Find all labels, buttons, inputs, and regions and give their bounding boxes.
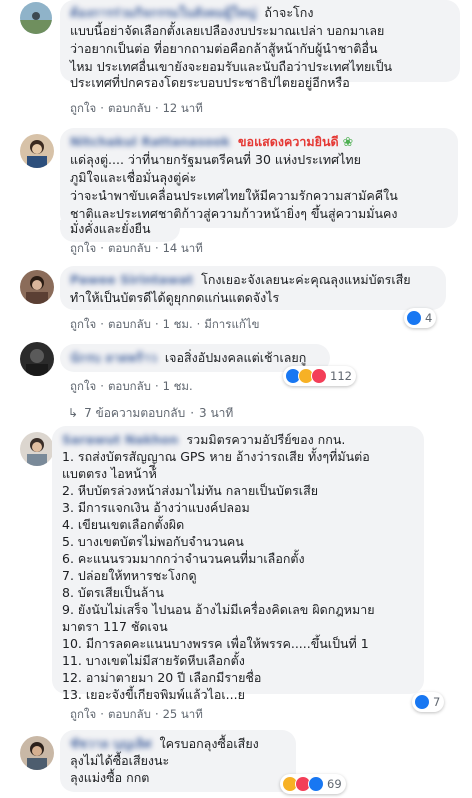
reaction-count: 112 — [330, 369, 352, 383]
reply-link[interactable]: ตอบกลับ — [108, 101, 151, 115]
reply-arrow-icon: ↳ — [68, 406, 79, 420]
comment-author[interactable]: Sarawut Nakhon — [62, 432, 178, 447]
comment-bubble: ชัชวาล บุญเลิศ ใครบอกลุงซื้อเสียง ลุงไม่… — [60, 730, 296, 792]
reaction-count: 7 — [433, 695, 441, 709]
comment-line: 5. บางเขตบัตรไม่พอกับจำนวนคน — [62, 534, 244, 549]
comment-author[interactable]: Nitchakul Rattanasook — [70, 134, 230, 149]
comment-time[interactable]: 12 นาที — [163, 101, 203, 115]
comment-line: 1. รถส่งบัตรสัญญาณ GPS หาย อ้างว่ารถเสีย… — [62, 449, 370, 464]
avatar[interactable] — [20, 342, 54, 376]
avatar-image — [20, 736, 54, 770]
comment-bubble: Sarawut Nakhon รวมมิตรความอัปรีย์ของ กกน… — [52, 426, 424, 702]
comment-bubble: Nitchakul Rattanasook ขอแสดงความยินดี ❀ … — [60, 128, 458, 228]
like-link[interactable]: ถูกใจ — [70, 241, 96, 255]
reaction-count: 4 — [425, 311, 433, 325]
comment-text-head: ใครบอกลุงซื้อเสียง — [159, 736, 259, 751]
comment-line: ลุงไม่ได้ซื้อเสียงนะ — [70, 753, 170, 768]
view-replies[interactable]: ↳ 7 ข้อความตอบกลับ · 3 นาที — [68, 404, 233, 423]
comment-author[interactable]: Pawee Sirintawat — [70, 272, 193, 287]
comment-highlight: ขอแสดงความยินดี — [238, 134, 339, 149]
comment-line: 4. เขียนเขตเลือกตั้งผิด — [62, 517, 185, 532]
reaction-summary[interactable]: 4 — [404, 308, 437, 328]
comment-line: 11. บางเขตไม่มีสายรัดหีบเลือกตั้ง — [62, 653, 245, 668]
reaction-summary[interactable]: 69 — [280, 774, 346, 794]
comment-line: 13. เยอะจังขี้เกียจพิมพ์แล้วไอเ...ย — [62, 687, 245, 702]
avatar-image — [20, 270, 54, 304]
comment-line: ประเทศที่ปกครองโดยระบอบประชาธิปไตยอยู่อี… — [70, 75, 350, 90]
replies-time: 3 นาที — [199, 406, 234, 420]
comment-line: 9. ยังนับไม่เสร็จ ไปนอน อ้างไม่มีเครื่อง… — [62, 602, 375, 617]
comment-line: 12. อาม่าตายมา 20 ปี เลือกมีรายชื่อ — [62, 670, 262, 685]
comment-bubble: Pawee Sirintawat โกงเยอะจังเลยนะค่ะคุณลุ… — [60, 266, 446, 310]
comment-text-head: รวมมิตรความอัปรีย์ของ กกน. — [186, 432, 346, 447]
comment-line: เจอสิ่งอัปมงคลแต่เช้าเลยกู — [164, 350, 307, 365]
reply-link[interactable]: ตอบกลับ — [108, 317, 151, 331]
comment-line: 2. หีบบัตรล่วงหน้าส่งมาไม่ทัน กลายเป็นบั… — [62, 483, 319, 498]
like-link[interactable]: ถูกใจ — [70, 101, 96, 115]
comment-line: ว่าจะนำพาขับเคลื่อนประเทศไทยให้มีความรัก… — [70, 188, 398, 203]
replies-label[interactable]: 7 ข้อความตอบกลับ — [84, 406, 185, 420]
like-link[interactable]: ถูกใจ — [70, 317, 96, 331]
like-reaction-icon — [406, 310, 422, 326]
avatar-image — [20, 134, 54, 168]
love-reaction-icon — [311, 368, 327, 384]
comment-time[interactable]: 1 ชม. — [163, 379, 193, 393]
like-reaction-icon — [308, 776, 324, 792]
comment-line: 3. มีการแจกเงิน อ้างว่าแบงค์ปลอม — [62, 500, 250, 515]
comment-line: 6. คะแนนรวมมากกว่าจำนวนคนที่มาเลือกตั้ง — [62, 551, 305, 566]
edited-label[interactable]: มีการแก้ไข — [204, 317, 259, 331]
comment-line: 7. ปล่อยให้ทหารชะโงกดู — [62, 568, 197, 583]
like-link[interactable]: ถูกใจ — [70, 707, 96, 721]
avatar[interactable] — [20, 2, 52, 34]
comment-author[interactable]: นักรบ ลาดพร้าว — [70, 350, 157, 365]
reaction-count: 69 — [327, 777, 342, 791]
reply-link[interactable]: ตอบกลับ — [108, 241, 151, 255]
comment-line: โกงเยอะจังเลยนะค่ะคุณลุงแหม่บัตรเสีย — [201, 272, 411, 287]
comment-line: ลุงแม่งซื้อ กกต — [70, 770, 150, 785]
comment-author[interactable]: ชัชวาล บุญเลิศ — [70, 736, 151, 751]
comment-line: แด่ลุงตู่.... ว่าที่นายกรัฐมนตรีคนที่ 30… — [70, 152, 361, 167]
comment-line: 10. มีการลดคะแนนบางพรรค เพื่อให้พรรค....… — [62, 636, 369, 651]
comment-line: มาตรา 117 ชัดเจน — [62, 619, 168, 634]
avatar[interactable] — [20, 134, 54, 168]
reaction-summary[interactable]: 7 — [412, 692, 445, 712]
comment-time[interactable]: 25 นาที — [163, 707, 203, 721]
reply-link[interactable]: ตอบกลับ — [108, 379, 151, 393]
comment-line: แบบนี้อย่าจัดเลือกตั้งเลยเปลืองงบประมาณเ… — [70, 23, 385, 38]
comment-line: ว่าอยากเป็นต่อ ที่อยากถามต่อคือกล้าสู้หน… — [70, 41, 378, 56]
avatar-image — [20, 2, 52, 34]
reply-link[interactable]: ตอบกลับ — [108, 707, 151, 721]
comment-bubble: ต้องการร่วมกิจกรรมในสังคมผู้ใหญ่ ถ้าจะโก… — [60, 0, 460, 90]
comment-line: ภูมิใจและเชื่อมั่นลุงตู่ค่ะ — [70, 170, 197, 185]
flower-icon: ❀ — [342, 134, 354, 149]
avatar[interactable] — [20, 270, 54, 304]
comment-line: ทำให้เป็นบัตรดีได้ดูยุกกดแก่นแตดจังไร — [70, 290, 280, 305]
comment-actions: ถูกใจ · ตอบกลับ · 12 นาที — [70, 101, 203, 115]
avatar[interactable] — [20, 736, 54, 770]
avatar[interactable] — [20, 432, 54, 466]
like-link[interactable]: ถูกใจ — [70, 379, 96, 393]
like-reaction-icon — [414, 694, 430, 710]
comment-time[interactable]: 14 นาที — [163, 241, 203, 255]
comment-actions: ถูกใจ · ตอบกลับ · 14 นาที — [70, 241, 203, 255]
comment-time[interactable]: 1 ชม. — [163, 317, 193, 331]
comment-line: แบตตรง ไอหน้าห้ี — [62, 466, 157, 481]
reaction-summary[interactable]: 112 — [283, 366, 356, 386]
comment-bubble-tail: มั่งคั่งและยั่งยืน — [60, 220, 180, 242]
avatar-image — [20, 342, 54, 376]
comment-actions: ถูกใจ · ตอบกลับ · 1 ชม. · มีการแก้ไข — [70, 317, 260, 331]
comment-actions: ถูกใจ · ตอบกลับ · 1 ชม. — [70, 379, 193, 393]
comment-line: มั่งคั่งและยั่งยืน — [70, 221, 151, 236]
avatar-image — [20, 432, 54, 466]
comment-text-head: ถ้าจะโกง — [264, 5, 314, 20]
comment-author[interactable]: ต้องการร่วมกิจกรรมในสังคมผู้ใหญ่ — [70, 5, 256, 20]
comment-actions: ถูกใจ · ตอบกลับ · 25 นาที — [70, 707, 203, 721]
comment-line: 8. บัตรเสียเป็นล้าน — [62, 585, 164, 600]
